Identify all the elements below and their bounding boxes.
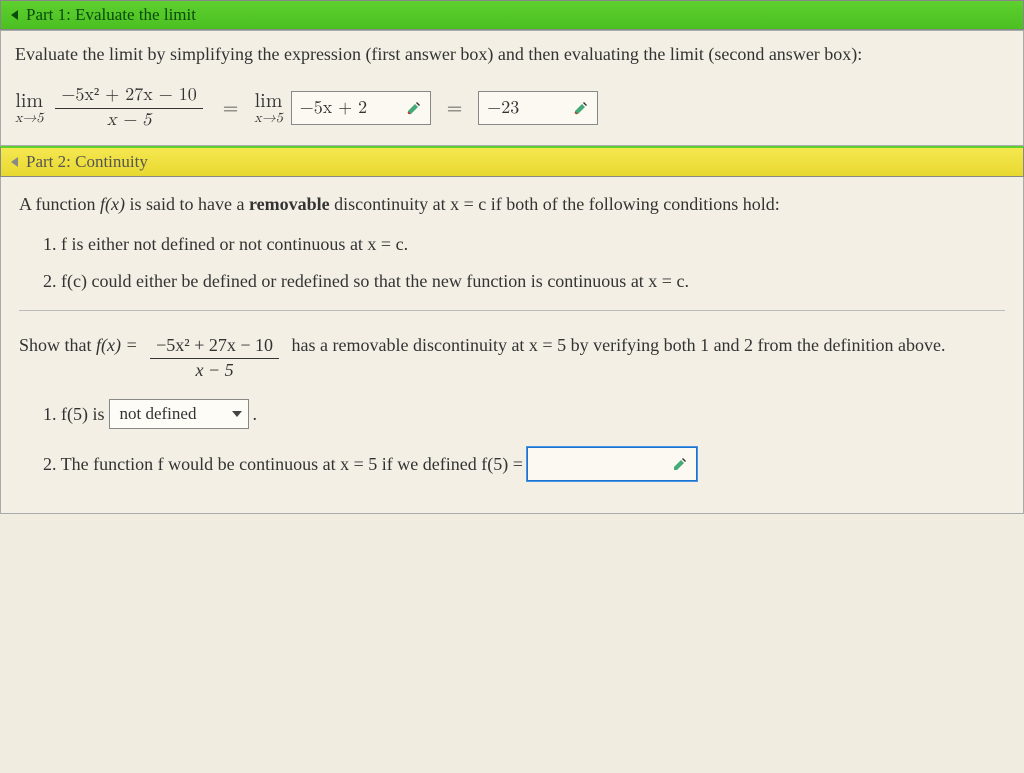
chevron-down-icon [232, 411, 242, 417]
part2-content: A function f(x) is said to have a remova… [0, 177, 1024, 514]
verify-list: 1. f(5) is not defined . 2. The function… [43, 399, 1005, 481]
show-fraction: −5x² + 27x − 10 x − 5 [150, 336, 279, 381]
edit-icon[interactable] [672, 456, 688, 472]
verify-item-1: 1. f(5) is not defined . [43, 399, 1005, 429]
edit-icon[interactable] [406, 100, 422, 116]
verify-item-2: 2. The function f would be continuous at… [43, 447, 1005, 481]
part1-content: Evaluate the limit by simplifying the ex… [0, 30, 1024, 146]
equals-sign-2: = [447, 96, 463, 120]
condition-1: 1. f is either not defined or not contin… [43, 234, 1005, 255]
part2-intro: A function f(x) is said to have a remova… [19, 191, 1005, 219]
answer2-value: −23 [487, 97, 519, 119]
divider [19, 310, 1005, 311]
collapse-icon[interactable] [11, 10, 18, 20]
collapse-icon[interactable] [11, 157, 18, 167]
select-value: not defined [120, 404, 197, 424]
f5-answer-box[interactable] [527, 447, 697, 481]
show-that-text: Show that f(x) = −5x² + 27x − 10 x − 5 h… [19, 329, 1005, 381]
edit-icon[interactable] [573, 100, 589, 116]
answer-box-1[interactable]: −5x + 2 [291, 91, 431, 125]
part1-instructions: Evaluate the limit by simplifying the ex… [15, 41, 1009, 68]
condition-2: 2. f(c) could either be defined or redef… [43, 271, 1005, 292]
answer-box-2[interactable]: −23 [478, 91, 598, 125]
answer1-value: −5x + 2 [300, 97, 367, 119]
original-fraction: −5x² + 27x − 10 x − 5 [55, 86, 202, 131]
defined-select[interactable]: not defined [109, 399, 249, 429]
limit-expression-row: lim x→5 −5x² + 27x − 10 x − 5 = lim x→5 … [15, 86, 1009, 131]
equals-sign: = [223, 96, 239, 120]
limit-symbol: lim x→5 [15, 91, 43, 125]
conditions-list: 1. f is either not defined or not contin… [43, 234, 1005, 292]
part2-title: Part 2: Continuity [26, 152, 148, 172]
limit-symbol-2: lim x→5 [254, 91, 282, 125]
part1-title: Part 1: Evaluate the limit [26, 5, 196, 25]
